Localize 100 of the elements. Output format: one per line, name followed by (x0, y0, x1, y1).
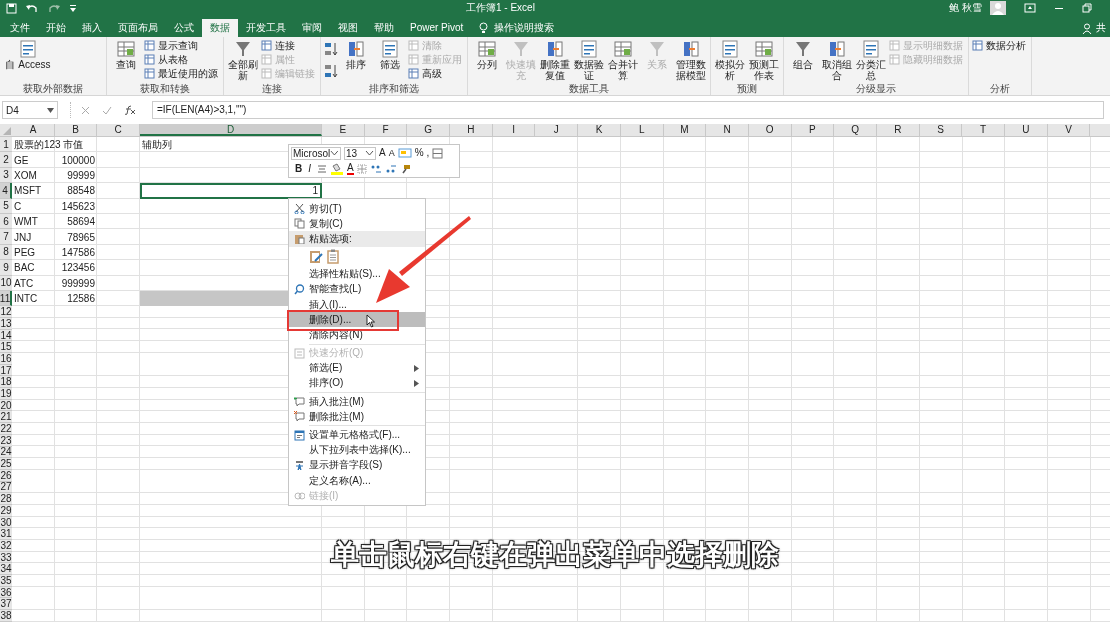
row-header[interactable]: 37 (0, 598, 12, 611)
column-header[interactable]: R (876, 124, 920, 136)
name-box[interactable]: D4 (2, 101, 58, 119)
menu-item[interactable]: 选择性粘贴(S)... (289, 266, 425, 282)
column-header[interactable]: D (140, 124, 322, 136)
cancel-icon[interactable] (81, 105, 90, 115)
ribbon-button[interactable]: 查询 (110, 39, 142, 83)
ribbon-display-icon[interactable] (1024, 3, 1036, 13)
ribbon-button[interactable]: 模拟分析 (714, 39, 746, 83)
tell-me-search[interactable]: 操作说明搜索 (494, 21, 555, 35)
cell-style-icon[interactable] (397, 147, 412, 159)
menu-item[interactable]: 插入批注(M) (289, 394, 425, 410)
menu-item[interactable]: 定义名称(A)... (289, 473, 425, 489)
format-painter-icon[interactable] (399, 164, 411, 174)
shrink-font-button[interactable]: A (388, 147, 395, 159)
sort-ascending-icon[interactable] (324, 41, 338, 57)
undo-icon[interactable] (25, 2, 39, 14)
save-icon[interactable] (6, 2, 17, 14)
ribbon-tab[interactable]: 页面布局 (110, 19, 166, 37)
menu-item[interactable]: 复制(C) (289, 216, 425, 232)
ribbon-tab[interactable]: 帮助 (366, 19, 402, 37)
menu-item[interactable]: 显示拼音字段(S) (289, 457, 425, 473)
ribbon-button[interactable]: 分类汇总 (855, 39, 887, 83)
ribbon-button[interactable]: 删除重复值 (539, 39, 571, 83)
paste-formula-icon[interactable] (309, 249, 323, 265)
ribbon-button[interactable]: 显示查询 (144, 39, 220, 52)
function-icon[interactable] (124, 105, 136, 115)
fill-color-icon[interactable] (330, 163, 344, 175)
column-header[interactable]: N (706, 124, 749, 136)
font-field[interactable]: Microsol (291, 146, 341, 160)
ribbon-tab[interactable]: 公式 (166, 19, 202, 37)
menu-item[interactable]: 排序(O) (289, 375, 425, 392)
ribbon-tab[interactable]: 文件 (2, 19, 38, 37)
column-header[interactable]: I (492, 124, 536, 136)
column-header[interactable]: O (748, 124, 792, 136)
menu-item[interactable]: 删除批注(M) (289, 409, 425, 425)
ribbon-button[interactable]: 筛选 (374, 39, 406, 83)
column-header[interactable]: T (962, 124, 1005, 136)
menu-item[interactable]: 设置单元格格式(F)... (289, 427, 425, 443)
share-button[interactable]: 共 (1096, 21, 1106, 35)
ribbon-button[interactable]: 连接 (261, 39, 317, 52)
ribbon-button[interactable]: 管理数据模型 (675, 39, 707, 83)
column-header[interactable]: G (407, 124, 451, 136)
grow-font-button[interactable]: A (379, 147, 386, 159)
column-header[interactable]: B (55, 124, 97, 136)
row-header[interactable]: 32 (0, 540, 12, 552)
ribbon-button[interactable]: 数据验证 (573, 39, 605, 83)
ribbon-button[interactable]: 数据分析 (972, 39, 1028, 52)
row-header[interactable]: 22 (0, 423, 12, 435)
column-header[interactable]: H (450, 124, 493, 136)
row-header[interactable]: 21 (0, 411, 12, 424)
column-header[interactable]: M (663, 124, 707, 136)
person-add-icon[interactable] (1082, 22, 1093, 34)
row-header[interactable]: 4 (0, 183, 12, 199)
customize-icon[interactable] (69, 2, 77, 14)
font-size-field[interactable]: 13 (344, 146, 376, 160)
column-header[interactable]: E (322, 124, 365, 136)
column-header[interactable]: U (1005, 124, 1048, 136)
column-header[interactable]: L (620, 124, 664, 136)
menu-item[interactable]: 删除(D)... (289, 312, 425, 328)
menu-item[interactable]: 剪切(T) (289, 201, 425, 217)
ribbon-tab[interactable]: 开始 (38, 19, 74, 37)
ribbon-tab[interactable]: 数据 (202, 19, 238, 37)
sort-descending-icon[interactable] (324, 63, 338, 79)
lightbulb-icon[interactable] (479, 22, 489, 34)
ribbon-button[interactable]: 组合 (787, 39, 819, 83)
format-table-icon[interactable] (432, 147, 444, 159)
column-header[interactable]: A (12, 124, 55, 136)
ribbon-button[interactable]: 合并计算 (607, 39, 639, 83)
ribbon-tab[interactable]: 审阅 (294, 19, 330, 37)
italic-button[interactable]: I (308, 163, 311, 175)
restore-icon[interactable] (1082, 3, 1092, 13)
column-header[interactable]: V (1047, 124, 1091, 136)
row-header[interactable]: 35 (0, 575, 12, 587)
row-header[interactable]: 2 (0, 152, 12, 168)
row-header[interactable]: 16 (0, 353, 12, 365)
ribbon-tab[interactable]: 视图 (330, 19, 366, 37)
column-header[interactable]: S (919, 124, 963, 136)
column-header[interactable]: P (791, 124, 835, 136)
menu-item[interactable]: 从下拉列表中选择(K)... (289, 442, 425, 458)
ribbon-button[interactable]: 取消组合 (821, 39, 853, 83)
menu-item[interactable]: 智能查找(L) (289, 281, 425, 297)
ribbon-button[interactable]: 高级 (408, 67, 464, 80)
decrease-decimal-icon[interactable] (384, 164, 397, 174)
ribbon-button[interactable]: 预测工作表 (748, 39, 780, 83)
ribbon-button[interactable]: 自 Access (3, 39, 53, 83)
row-header[interactable]: 12 (0, 306, 12, 318)
ribbon-button[interactable]: 排序 (340, 39, 372, 83)
redo-icon[interactable] (47, 2, 61, 14)
row-header[interactable]: 19 (0, 388, 12, 400)
ribbon-tab[interactable]: 开发工具 (238, 19, 294, 37)
row-header[interactable]: 38 (0, 610, 12, 622)
row-header[interactable]: 18 (0, 376, 12, 389)
enter-icon[interactable] (102, 105, 112, 115)
column-header[interactable]: J (535, 124, 579, 136)
row-header[interactable]: 25 (0, 458, 12, 470)
formula-input[interactable]: =IF(LEN(A4)>3,1,"") (152, 101, 1104, 119)
row-header[interactable]: 28 (0, 493, 12, 505)
ribbon-button[interactable]: 分列 (471, 39, 503, 83)
row-header[interactable]: 15 (0, 341, 12, 354)
